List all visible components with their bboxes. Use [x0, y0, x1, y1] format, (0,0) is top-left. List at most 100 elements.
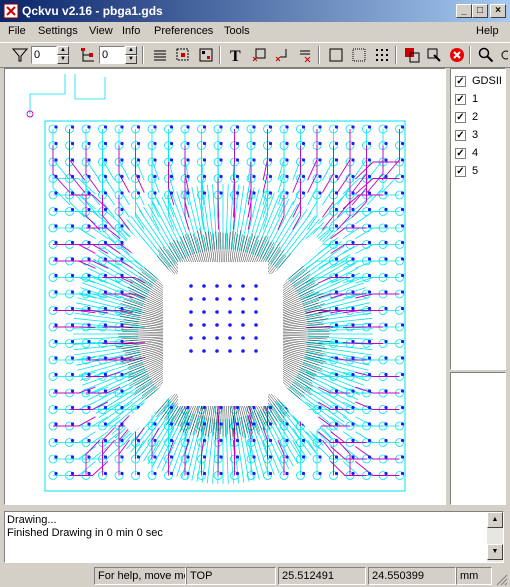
ball-pad — [87, 191, 91, 195]
layout-view[interactable] — [5, 69, 445, 504]
hierarchy-level-input[interactable] — [99, 46, 125, 64]
ball-pad — [384, 207, 388, 212]
toolbar-more-button[interactable] — [496, 45, 510, 65]
ball-pad — [367, 174, 372, 179]
ball-pad — [54, 405, 58, 410]
ball-pad — [252, 471, 256, 476]
box-button[interactable] — [326, 45, 346, 65]
die-pad — [228, 349, 232, 353]
menu-settings[interactable]: Settings — [38, 25, 78, 37]
ball-pad — [384, 356, 388, 360]
die-pad — [241, 310, 245, 314]
ball-pad — [153, 438, 157, 443]
hierarchy-button[interactable] — [78, 45, 98, 65]
ball-pad — [153, 158, 157, 162]
layers-button[interactable] — [150, 45, 170, 65]
minimize-button[interactable]: _ — [456, 4, 472, 18]
menu-help[interactable]: Help — [476, 25, 499, 37]
layer-checkbox[interactable]: ✓ — [455, 147, 466, 159]
ball-pad — [268, 438, 273, 443]
menu-info[interactable]: Info — [122, 25, 140, 37]
ball-pad — [334, 422, 339, 426]
log-line: Drawing... — [7, 514, 57, 526]
ball-pad — [120, 455, 124, 459]
hierarchy-level-spinner[interactable]: ▲ ▼ — [125, 46, 137, 64]
stop-button[interactable] — [447, 45, 467, 65]
layer-row-3[interactable]: ✓ 3 — [455, 127, 478, 143]
filter-level-input[interactable] — [31, 46, 57, 64]
ball-pad — [351, 339, 355, 344]
ball-pad — [252, 125, 256, 129]
delete-button[interactable] — [295, 45, 315, 65]
ball-pad — [400, 372, 405, 377]
scroll-up-button[interactable]: ▲ — [487, 512, 503, 528]
layer-row-gdsii[interactable]: ✓ GDSII — [455, 73, 502, 89]
copy-button[interactable] — [402, 45, 422, 65]
layer-checkbox[interactable]: ✓ — [455, 93, 466, 105]
ball-pad — [70, 372, 75, 377]
ball-pad — [285, 422, 289, 426]
ball-pad — [87, 273, 91, 278]
ball-pad — [235, 471, 240, 476]
layer-checkbox[interactable]: ✓ — [455, 129, 466, 141]
ball-pad — [54, 323, 58, 327]
menu-view[interactable]: View — [89, 25, 113, 37]
ball-pad — [120, 339, 124, 344]
die-pad — [202, 297, 206, 301]
ball-pad — [318, 471, 322, 476]
grid-button[interactable] — [196, 45, 216, 65]
layer-row-2[interactable]: ✓ 2 — [455, 109, 478, 125]
menu-file[interactable]: File — [8, 25, 26, 37]
text-icon: T — [230, 48, 241, 63]
scroll-down-button[interactable]: ▼ — [487, 544, 503, 560]
ball-pad — [70, 141, 75, 146]
toolbar: ▲▼ ▲▼ T — [0, 42, 510, 68]
close-button[interactable]: × — [490, 4, 506, 18]
filter-button[interactable] — [10, 45, 30, 65]
corner-button[interactable] — [272, 45, 292, 65]
edit-button[interactable] — [424, 45, 444, 65]
log-scrollbar[interactable]: ▲ ▼ — [487, 512, 503, 562]
ball-pad — [334, 273, 339, 278]
layer-checkbox[interactable]: ✓ — [455, 75, 466, 87]
filter-level-spinner[interactable]: ▲ ▼ — [57, 46, 69, 64]
menu-tools[interactable]: Tools — [224, 25, 250, 37]
maximize-button[interactable]: □ — [472, 4, 488, 18]
ball-pad — [268, 141, 273, 146]
layer-row-4[interactable]: ✓ 4 — [455, 145, 478, 161]
zoom-button[interactable] — [476, 45, 496, 65]
resize-grip-icon[interactable] — [494, 572, 508, 586]
layout-canvas[interactable] — [4, 68, 446, 505]
layer-checkbox[interactable]: ✓ — [455, 165, 466, 177]
ball-pad — [186, 125, 190, 129]
layer-checkbox[interactable]: ✓ — [455, 111, 466, 123]
text-button[interactable]: T — [226, 45, 246, 65]
ball-pad — [400, 191, 405, 195]
title-bar[interactable]: Qckvu v2.16 - pbga1.gds _ □ × — [0, 0, 510, 22]
cell-list-panel[interactable] — [450, 372, 506, 505]
ball-pad — [235, 422, 240, 426]
layer-label: 1 — [472, 93, 479, 105]
ball-pad — [318, 158, 322, 162]
ball-pad — [87, 438, 91, 443]
scroll-track[interactable] — [487, 528, 503, 544]
ball-pad — [334, 323, 339, 327]
ball-pad — [136, 158, 141, 162]
dotted-box-button[interactable] — [349, 45, 369, 65]
select-button[interactable] — [173, 45, 193, 65]
ball-pad — [186, 471, 190, 476]
ball-pad — [219, 174, 223, 179]
more-icon — [501, 50, 508, 60]
ball-pad — [400, 174, 405, 179]
menu-preferences[interactable]: Preferences — [154, 25, 213, 37]
move-button[interactable] — [249, 45, 269, 65]
ball-pad — [103, 125, 108, 129]
ball-pad — [301, 191, 306, 195]
ball-pad — [318, 174, 322, 179]
ball-pad — [120, 405, 124, 410]
dots-button[interactable] — [372, 45, 392, 65]
layer-row-1[interactable]: ✓ 1 — [455, 91, 478, 107]
layer-row-5[interactable]: ✓ 5 — [455, 163, 478, 179]
ball-pad — [268, 455, 273, 459]
ball-pad — [87, 372, 91, 377]
